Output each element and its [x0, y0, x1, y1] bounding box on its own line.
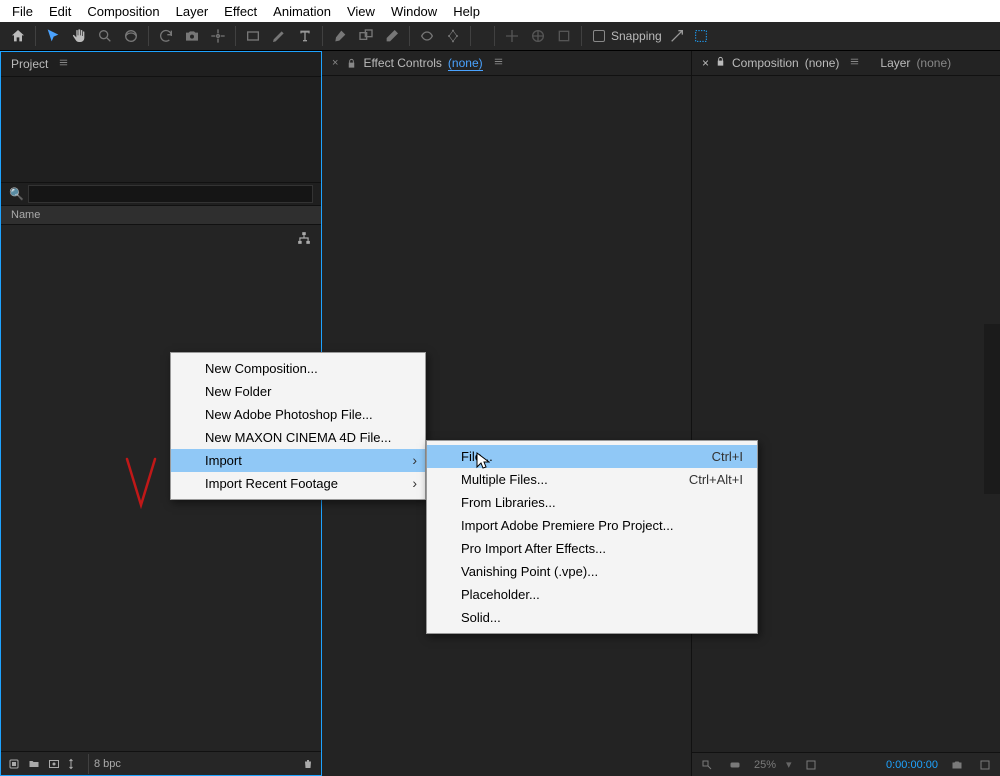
orbit-tool-icon[interactable] — [119, 24, 143, 48]
pen-tool-icon[interactable] — [267, 24, 291, 48]
ctx-new-composition[interactable]: New Composition... — [171, 357, 425, 380]
viewer-edge — [984, 324, 1000, 494]
bpc-button[interactable] — [65, 755, 83, 773]
layer-tab-title[interactable]: Layer — [880, 56, 910, 70]
ctx-placeholder[interactable]: Placeholder... — [427, 583, 757, 606]
menu-animation[interactable]: Animation — [265, 2, 339, 21]
ctx-new-photoshop[interactable]: New Adobe Photoshop File... — [171, 403, 425, 426]
rotate-tool-icon[interactable] — [154, 24, 178, 48]
home-icon[interactable] — [6, 24, 30, 48]
panel-menu-icon[interactable] — [493, 56, 504, 70]
channel-icon[interactable] — [976, 756, 994, 774]
world-axis-icon[interactable] — [526, 24, 550, 48]
menu-file[interactable]: File — [4, 2, 41, 21]
selection-tool-icon[interactable] — [41, 24, 65, 48]
zoom-level[interactable]: 25% — [754, 759, 776, 771]
lock-icon[interactable] — [715, 56, 726, 70]
composition-viewer[interactable]: 25% ▾ 0:00:00:00 — [692, 76, 1000, 776]
snap-grid-icon[interactable] — [692, 24, 710, 48]
puppet-tool-icon[interactable] — [441, 24, 465, 48]
snapping-label: Snapping — [611, 29, 662, 43]
ctx-import[interactable]: Import — [171, 449, 425, 472]
mouse-cursor-icon — [476, 452, 490, 475]
layer-tab-link[interactable]: (none) — [916, 56, 951, 70]
new-folder-icon[interactable] — [25, 755, 43, 773]
close-tab-icon[interactable]: × — [702, 56, 709, 70]
effect-controls-title[interactable]: Effect Controls — [363, 56, 441, 70]
ctx-import-libraries[interactable]: From Libraries... — [427, 491, 757, 514]
effect-controls-link[interactable]: (none) — [448, 56, 483, 71]
brush-tool-icon[interactable] — [328, 24, 352, 48]
view-axis-icon[interactable] — [552, 24, 576, 48]
local-axis-icon[interactable] — [500, 24, 524, 48]
menu-help[interactable]: Help — [445, 2, 488, 21]
menu-layer[interactable]: Layer — [168, 2, 217, 21]
snap-edge-icon[interactable] — [668, 24, 686, 48]
viewer-footer: 25% ▾ 0:00:00:00 — [692, 752, 1000, 776]
bpc-label[interactable]: 8 bpc — [94, 758, 121, 770]
composition-tab-title[interactable]: Composition — [732, 56, 799, 70]
camera-tool-icon[interactable] — [180, 24, 204, 48]
resolution-icon[interactable] — [802, 756, 820, 774]
flowchart-icon[interactable] — [297, 231, 311, 250]
menu-window[interactable]: Window — [383, 2, 445, 21]
panel-menu-icon[interactable] — [849, 56, 860, 70]
close-tab-icon[interactable]: × — [332, 57, 338, 69]
toolbar: Snapping — [0, 22, 1000, 51]
composition-panel-tabs: × Composition (none) Layer (none) — [692, 51, 1000, 76]
hand-tool-icon[interactable] — [67, 24, 91, 48]
interpret-footage-icon[interactable] — [5, 755, 23, 773]
eraser-tool-icon[interactable] — [380, 24, 404, 48]
new-comp-icon[interactable] — [45, 755, 63, 773]
menu-edit[interactable]: Edit — [41, 2, 79, 21]
snapshot-icon[interactable] — [948, 756, 966, 774]
roto-tool-icon[interactable] — [415, 24, 439, 48]
menu-bar: File Edit Composition Layer Effect Anima… — [0, 0, 1000, 22]
composition-link[interactable]: (none) — [805, 56, 840, 70]
annotation-v-mark — [124, 457, 158, 514]
menu-view[interactable]: View — [339, 2, 383, 21]
ctx-import-premiere[interactable]: Import Adobe Premiere Pro Project... — [427, 514, 757, 537]
anchor-tool-icon[interactable] — [206, 24, 230, 48]
search-icon: 🔍 — [9, 187, 24, 201]
zoom-tool-icon[interactable] — [93, 24, 117, 48]
magnify-icon[interactable] — [698, 756, 716, 774]
ctx-vanishing-point[interactable]: Vanishing Point (.vpe)... — [427, 560, 757, 583]
type-tool-icon[interactable] — [293, 24, 317, 48]
ctx-import-recent[interactable]: Import Recent Footage — [171, 472, 425, 495]
context-menu-main: New Composition... New Folder New Adobe … — [170, 352, 426, 500]
name-column-header[interactable]: Name — [11, 209, 40, 221]
trash-icon[interactable] — [299, 755, 317, 773]
menu-effect[interactable]: Effect — [216, 2, 265, 21]
ctx-pro-import[interactable]: Pro Import After Effects... — [427, 537, 757, 560]
snapping-checkbox[interactable] — [593, 30, 605, 42]
project-tab-label[interactable]: Project — [11, 57, 48, 71]
menu-composition[interactable]: Composition — [79, 2, 167, 21]
panel-menu-icon[interactable] — [58, 57, 69, 71]
clone-tool-icon[interactable] — [354, 24, 378, 48]
rect-tool-icon[interactable] — [241, 24, 265, 48]
ctx-solid[interactable]: Solid... — [427, 606, 757, 629]
ctx-new-folder[interactable]: New Folder — [171, 380, 425, 403]
ctx-new-c4d[interactable]: New MAXON CINEMA 4D File... — [171, 426, 425, 449]
project-search-input[interactable] — [28, 185, 313, 203]
lock-icon[interactable] — [346, 58, 357, 69]
vr-icon[interactable] — [726, 756, 744, 774]
timecode[interactable]: 0:00:00:00 — [886, 759, 938, 771]
